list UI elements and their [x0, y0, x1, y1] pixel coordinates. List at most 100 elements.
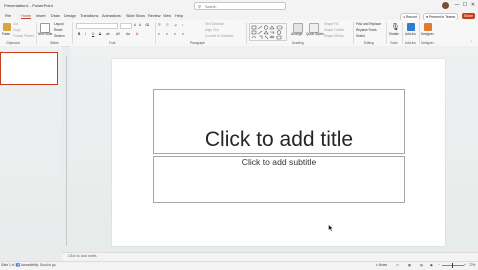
slide-sorter-icon[interactable]: ▦ [408, 263, 411, 267]
select-button[interactable]: Select [356, 34, 365, 38]
layout-button[interactable]: Layout [54, 22, 64, 26]
tab-draw[interactable]: Draw [51, 14, 60, 18]
notes-toggle-label: Notes [378, 263, 388, 267]
notes-toggle-button[interactable]: ≡ Notes [376, 263, 387, 267]
convert-smartart-button[interactable]: Convert to SmartArt [205, 34, 233, 38]
strikethrough-button[interactable]: S [99, 32, 101, 36]
search-input[interactable]: ⚲ Search [194, 2, 286, 10]
change-case-button[interactable]: Aa [126, 32, 130, 36]
avatar[interactable] [442, 2, 449, 9]
record-icon: ● [403, 15, 406, 19]
find-button[interactable]: Find and Replace [356, 22, 381, 26]
quick-styles-label: Quick Styles [306, 32, 324, 36]
group-label-paragraph: Paragraph [190, 41, 205, 45]
zoom-slider[interactable] [442, 265, 464, 266]
microphone-icon[interactable]: 🎙 [391, 23, 400, 31]
tab-design[interactable]: Design [64, 14, 76, 18]
designer-label: Designer [421, 32, 434, 36]
clear-formatting-icon[interactable]: ⌫ [145, 23, 150, 27]
collapse-ribbon-icon[interactable]: ⌃ [470, 40, 473, 44]
group-label-addins: Add-ins [405, 41, 416, 45]
ribbon: Paste Cut Copy Format Painter Clipboard … [0, 20, 478, 47]
minimize-button[interactable]: — [453, 1, 461, 10]
zoom-in-icon[interactable]: + [464, 263, 466, 267]
divider [36, 22, 37, 44]
format-painter-button[interactable]: Format Painter [13, 34, 34, 38]
shapes-icon [251, 25, 283, 40]
addins-icon[interactable] [407, 23, 415, 31]
italic-button[interactable]: I [85, 32, 86, 36]
tab-home[interactable]: Home [21, 14, 32, 19]
text-direction-button[interactable]: Text Direction [205, 22, 224, 26]
shadow-button[interactable]: ab [106, 32, 110, 36]
shapes-gallery[interactable] [249, 23, 287, 41]
paste-icon[interactable] [3, 23, 11, 31]
tab-review[interactable]: Review [148, 14, 160, 18]
tab-insert[interactable]: Insert [36, 14, 46, 18]
close-button[interactable]: ✕ [469, 1, 477, 10]
zoom-level[interactable]: 72% [469, 263, 475, 267]
addins-label: Add-ins [405, 32, 416, 36]
group-label-designer: Designer [421, 41, 434, 45]
search-placeholder: Search [205, 4, 217, 9]
group-label-editing: Editing [364, 41, 374, 45]
slideshow-view-icon[interactable]: ▣ [430, 263, 433, 267]
maximize-button[interactable]: ☐ [461, 1, 469, 10]
font-name-select[interactable] [76, 23, 118, 29]
shape-fill-button[interactable]: Shape Fill [324, 22, 338, 26]
reading-view-icon[interactable]: ▤ [420, 263, 423, 267]
notes-placeholder[interactable]: Click to add notes [68, 254, 97, 258]
align-center-icon[interactable]: ≡ [166, 32, 168, 36]
cut-button[interactable]: Cut [13, 22, 18, 26]
align-text-button[interactable]: Align Text [205, 28, 219, 32]
align-right-icon[interactable]: ≡ [174, 32, 176, 36]
tab-animations[interactable]: Animations [102, 14, 121, 18]
shrink-font-button[interactable]: A [139, 23, 141, 27]
subtitle-placeholder-text[interactable]: Click to add subtitle [153, 157, 405, 167]
group-label-clipboard: Clipboard [6, 41, 20, 45]
align-left-icon[interactable]: ≡ [158, 32, 160, 36]
slide-thumbnail[interactable] [0, 52, 58, 85]
char-spacing-button[interactable]: AV [116, 32, 120, 36]
divider [155, 22, 156, 44]
justify-icon[interactable]: ≡ [182, 32, 184, 36]
designer-icon[interactable] [424, 23, 432, 31]
replace-button[interactable]: Replace Fonts [356, 28, 377, 32]
tab-help[interactable]: Help [175, 14, 183, 18]
line-spacing-icon[interactable]: ↕ [182, 23, 184, 27]
indent-icon[interactable]: ⇥ [174, 23, 177, 27]
accessibility-label: Accessibility: Good to go [20, 263, 56, 267]
reset-button[interactable]: Reset [54, 28, 62, 32]
divider [402, 22, 403, 44]
arrange-label: Arrange [291, 32, 303, 36]
title-placeholder-text[interactable]: Click to add title [153, 127, 405, 153]
notes-icon: ≡ [376, 263, 378, 267]
section-button[interactable]: Section [54, 34, 65, 38]
tab-transitions[interactable]: Transitions [80, 14, 98, 18]
mouse-cursor-icon [328, 224, 334, 232]
group-label-font: Font [109, 41, 116, 45]
new-slide-label: New Slide [38, 32, 53, 36]
bullets-icon[interactable]: ☰ [158, 23, 161, 27]
present-label: Present in Teams [429, 15, 456, 19]
numbering-icon[interactable]: ☷ [166, 23, 169, 27]
bold-button[interactable]: B [78, 32, 80, 36]
zoom-out-icon[interactable]: − [438, 263, 440, 267]
shape-effects-button[interactable]: Shape Effects [324, 34, 344, 38]
font-size-select[interactable] [120, 23, 132, 29]
zoom-slider-thumb[interactable] [452, 263, 453, 268]
tab-slide-show[interactable]: Slide Show [126, 14, 145, 18]
share-button[interactable]: Share [462, 13, 476, 19]
copy-button[interactable]: Copy [13, 28, 20, 32]
grow-font-button[interactable]: A [134, 23, 136, 27]
accessibility-status[interactable]: ♿ Accessibility: Good to go [16, 263, 56, 267]
normal-view-icon[interactable]: ▭ [396, 263, 399, 267]
tab-view[interactable]: View [163, 14, 171, 18]
tab-file[interactable]: File [5, 14, 11, 18]
underline-button[interactable]: U [92, 32, 94, 36]
group-label-voice: Voice [390, 41, 398, 45]
shape-outline-button[interactable]: Shape Outline [324, 28, 344, 32]
font-color-button[interactable]: A [136, 32, 138, 36]
group-label-drawing: Drawing [292, 41, 304, 45]
divider [353, 22, 354, 44]
